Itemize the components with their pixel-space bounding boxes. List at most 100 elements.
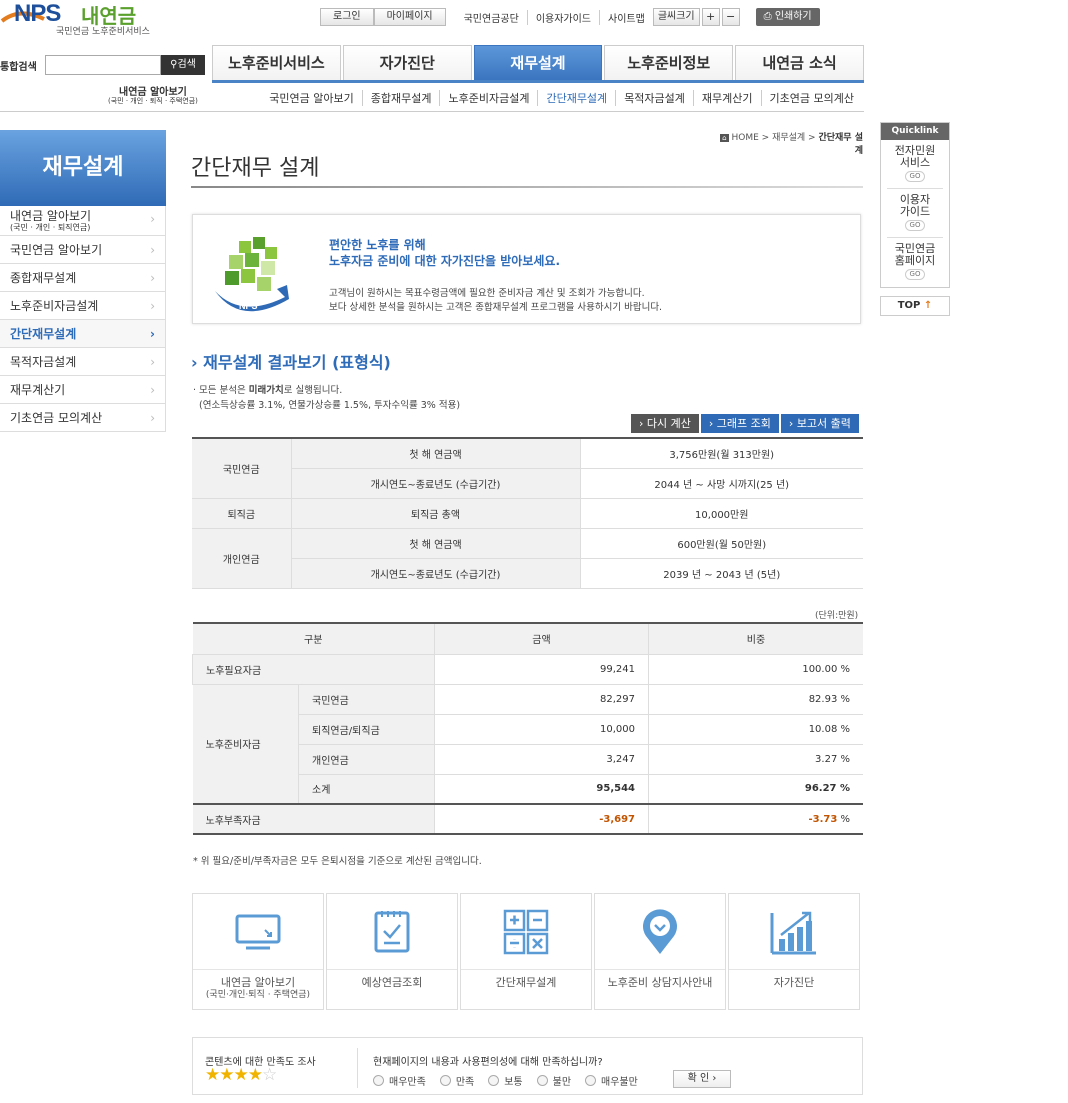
survey-option-dissatisfied[interactable]: 불만 bbox=[536, 1073, 572, 1088]
radio-icon[interactable] bbox=[488, 1075, 500, 1086]
subnav-item-national-pension[interactable]: 국민연금 알아보기 bbox=[261, 90, 361, 106]
shortfall-ratio-unit: % bbox=[837, 813, 850, 825]
bottom-note-text: 위 필요/준비/부족자금은 모두 은퇴시점을 기준으로 계산된 금액입니다. bbox=[200, 856, 482, 867]
survey-option-very-dissatisfied[interactable]: 매우불만 bbox=[585, 1073, 638, 1088]
option-label: 불만 bbox=[552, 1077, 572, 1088]
intro-headline-1: 편안한 노후를 위해 bbox=[329, 238, 426, 252]
shortcut-self-diagnosis[interactable]: 자가진단 bbox=[728, 893, 860, 1010]
guide-link[interactable]: 이용자가이드 bbox=[526, 9, 599, 25]
confirm-label: 확 인 bbox=[687, 1073, 710, 1084]
cell-value: 3,756만원(월 313만원) bbox=[579, 438, 863, 469]
intro-headline-2: 노후자금 준비에 대한 자가진단을 받아보세요. bbox=[329, 254, 561, 268]
quicklink-homepage[interactable]: 국민연금 홈페이지 GO bbox=[887, 238, 943, 287]
monitor-icon bbox=[235, 914, 281, 949]
subnav-item-comprehensive[interactable]: 종합재무설계 bbox=[361, 90, 440, 106]
lnb-item-purpose[interactable]: 목적자금설계 › bbox=[0, 348, 166, 376]
shortcut-simple-design[interactable]: 간단재무설계 bbox=[460, 893, 592, 1010]
lnb-item-label: 재무계산기 bbox=[10, 383, 66, 397]
go-badge: GO bbox=[904, 171, 926, 182]
mypage-button[interactable]: 마이페이지 bbox=[373, 8, 446, 26]
nps-link[interactable]: 국민연금공단 bbox=[456, 10, 527, 25]
analysis-note: · 모든 분석은 미래가치로 실행됩니다. (연소득상승률 3.1%, 연물가상… bbox=[193, 385, 461, 411]
lnb-item-my-pension[interactable]: 내연금 알아보기 (국민 · 개인 · 퇴직연금) › bbox=[0, 206, 166, 236]
utility-bar: 로그인 마이페이지 국민연금공단 이용자가이드 사이트맵 글씨크기 + − ⎙ … bbox=[320, 8, 820, 26]
subnav-item-purpose[interactable]: 목적자금설계 bbox=[615, 90, 693, 106]
title-divider bbox=[191, 186, 863, 188]
quicklink-label: 서비스 bbox=[899, 156, 931, 169]
gnb-tab-self-diagnosis[interactable]: 자가진단 bbox=[342, 45, 472, 80]
chevron-right-icon: › bbox=[150, 271, 155, 285]
go-badge: GO bbox=[904, 220, 926, 231]
go-badge: GO bbox=[904, 269, 926, 280]
subnav-item-simple[interactable]: 간단재무설계 bbox=[537, 90, 615, 106]
graph-view-button[interactable]: › 그래프 조회 bbox=[700, 414, 779, 433]
survey-options: 매우만족 만족 보통 불만 매우불만 bbox=[373, 1073, 652, 1088]
cell-ratio: -3.73 % bbox=[648, 803, 863, 835]
cell-ratio: 10.08 % bbox=[648, 714, 863, 745]
star-filled-icon: ★ bbox=[205, 1065, 220, 1085]
subnav-item-retirement-fund[interactable]: 노후준비자금설계 bbox=[439, 90, 537, 106]
search-input[interactable] bbox=[45, 55, 161, 75]
row-header: 노후필요자금 bbox=[192, 654, 435, 685]
shortcut-label: 내연금 알아보기 bbox=[220, 976, 296, 989]
svg-text:NPS: NPS bbox=[239, 301, 258, 311]
radio-icon[interactable] bbox=[439, 1075, 451, 1086]
cell-amount: 10,000 bbox=[434, 714, 649, 745]
quicklink-user-guide[interactable]: 이용자 가이드 GO bbox=[887, 189, 943, 238]
intro-body: 고객님이 원하시는 목표수령금액에 필요한 준비자금 계산 및 조회가 가능합니… bbox=[329, 287, 662, 315]
font-minus-button[interactable]: − bbox=[721, 8, 740, 26]
login-button[interactable]: 로그인 bbox=[320, 8, 374, 26]
gnb-tab-retirement-service[interactable]: 노후준비서비스 bbox=[212, 45, 341, 80]
gnb-tab-news[interactable]: 내연금 소식 bbox=[735, 45, 864, 80]
shortcut-expected-pension[interactable]: 예상연금조회 bbox=[326, 893, 458, 1010]
report-print-button[interactable]: › 보고서 출력 bbox=[780, 414, 859, 433]
top-button[interactable]: TOP ↑ bbox=[880, 296, 950, 316]
cell-ratio: 100.00 % bbox=[648, 654, 863, 685]
quicklink-label: 홈페이지 bbox=[894, 254, 936, 267]
search-label: 통합검색 bbox=[0, 62, 37, 73]
cell-label: 퇴직연금/퇴직금 bbox=[298, 714, 435, 745]
gnb-tab-financial-design[interactable]: 재무설계 bbox=[473, 45, 603, 80]
chevron-right-icon: › bbox=[150, 411, 155, 425]
lnb-item-retirement-fund[interactable]: 노후준비자금설계 › bbox=[0, 292, 166, 320]
arrow-up-icon: ↑ bbox=[923, 300, 933, 311]
table-row: 퇴직금 퇴직금 총액 10,000만원 bbox=[192, 498, 863, 529]
nps-logo[interactable]: NPS 내연금 국민연금 노후준비서비스 bbox=[0, 0, 150, 38]
lnb-item-basic-pension[interactable]: 기초연금 모의계산 › bbox=[0, 404, 166, 432]
survey-option-neutral[interactable]: 보통 bbox=[488, 1073, 523, 1088]
font-plus-button[interactable]: + bbox=[701, 8, 720, 26]
radio-icon[interactable] bbox=[373, 1075, 384, 1086]
subnav-my-pension[interactable]: 내연금 알아보기 (국민 · 개인 · 퇴직 · 주택연금) bbox=[108, 88, 198, 106]
sitemap-link[interactable]: 사이트맵 bbox=[599, 9, 653, 25]
shortcut-my-pension[interactable]: 내연금 알아보기 (국민·개인·퇴직 · 주택연금) bbox=[192, 893, 324, 1010]
action-buttons: › 다시 계산 › 그래프 조회 › 보고서 출력 bbox=[631, 414, 859, 433]
lnb-item-comprehensive[interactable]: 종합재무설계 › bbox=[0, 264, 166, 292]
star-filled-icon: ★ bbox=[219, 1065, 234, 1085]
quicklink-e-service[interactable]: 전자민원 서비스 GO bbox=[887, 140, 943, 189]
radio-icon[interactable] bbox=[536, 1075, 548, 1086]
cell-value: 10,000만원 bbox=[579, 498, 863, 529]
lnb-item-calculator[interactable]: 재무계산기 › bbox=[0, 376, 166, 404]
survey-option-very-satisfied[interactable]: 매우만족 bbox=[373, 1073, 426, 1088]
breadcrumb-home[interactable]: HOME bbox=[731, 133, 758, 143]
shortcut-consulting-branch[interactable]: 노후준비 상담지사안내 bbox=[594, 893, 726, 1010]
search-button[interactable]: ⚲검색 bbox=[161, 55, 205, 75]
cell-label: 첫 해 연금액 bbox=[290, 438, 580, 469]
subnav-item-basic-pension[interactable]: 기초연금 모의계산 bbox=[760, 90, 862, 106]
lnb-item-national-pension[interactable]: 국민연금 알아보기 › bbox=[0, 236, 166, 264]
cell-label: 첫 해 연금액 bbox=[290, 528, 580, 559]
lnb-item-simple[interactable]: 간단재무설계 › bbox=[0, 320, 166, 348]
nps-cube-icon: NPS bbox=[215, 237, 289, 312]
breadcrumb-mid[interactable]: 재무설계 bbox=[772, 133, 805, 143]
shortcut-grid: 내연금 알아보기 (국민·개인·퇴직 · 주택연금) 예상연금조회 간단재무설계 … bbox=[192, 893, 860, 1010]
recalculate-button[interactable]: › 다시 계산 bbox=[631, 414, 699, 433]
cell-label: 국민연금 bbox=[298, 684, 435, 715]
gnb-tab-retirement-info[interactable]: 노후준비정보 bbox=[604, 45, 734, 80]
subnav-item-calculator[interactable]: 재무계산기 bbox=[692, 90, 761, 106]
lnb-item-label: 국민연금 알아보기 bbox=[10, 243, 103, 257]
survey-confirm-button[interactable]: 확 인 › bbox=[673, 1070, 731, 1088]
radio-icon[interactable] bbox=[585, 1075, 597, 1086]
survey-option-satisfied[interactable]: 만족 bbox=[439, 1073, 474, 1088]
table-row: 노후준비자금 국민연금 82,297 82.93 % bbox=[192, 684, 863, 805]
print-button[interactable]: ⎙ 인쇄하기 bbox=[755, 8, 820, 26]
